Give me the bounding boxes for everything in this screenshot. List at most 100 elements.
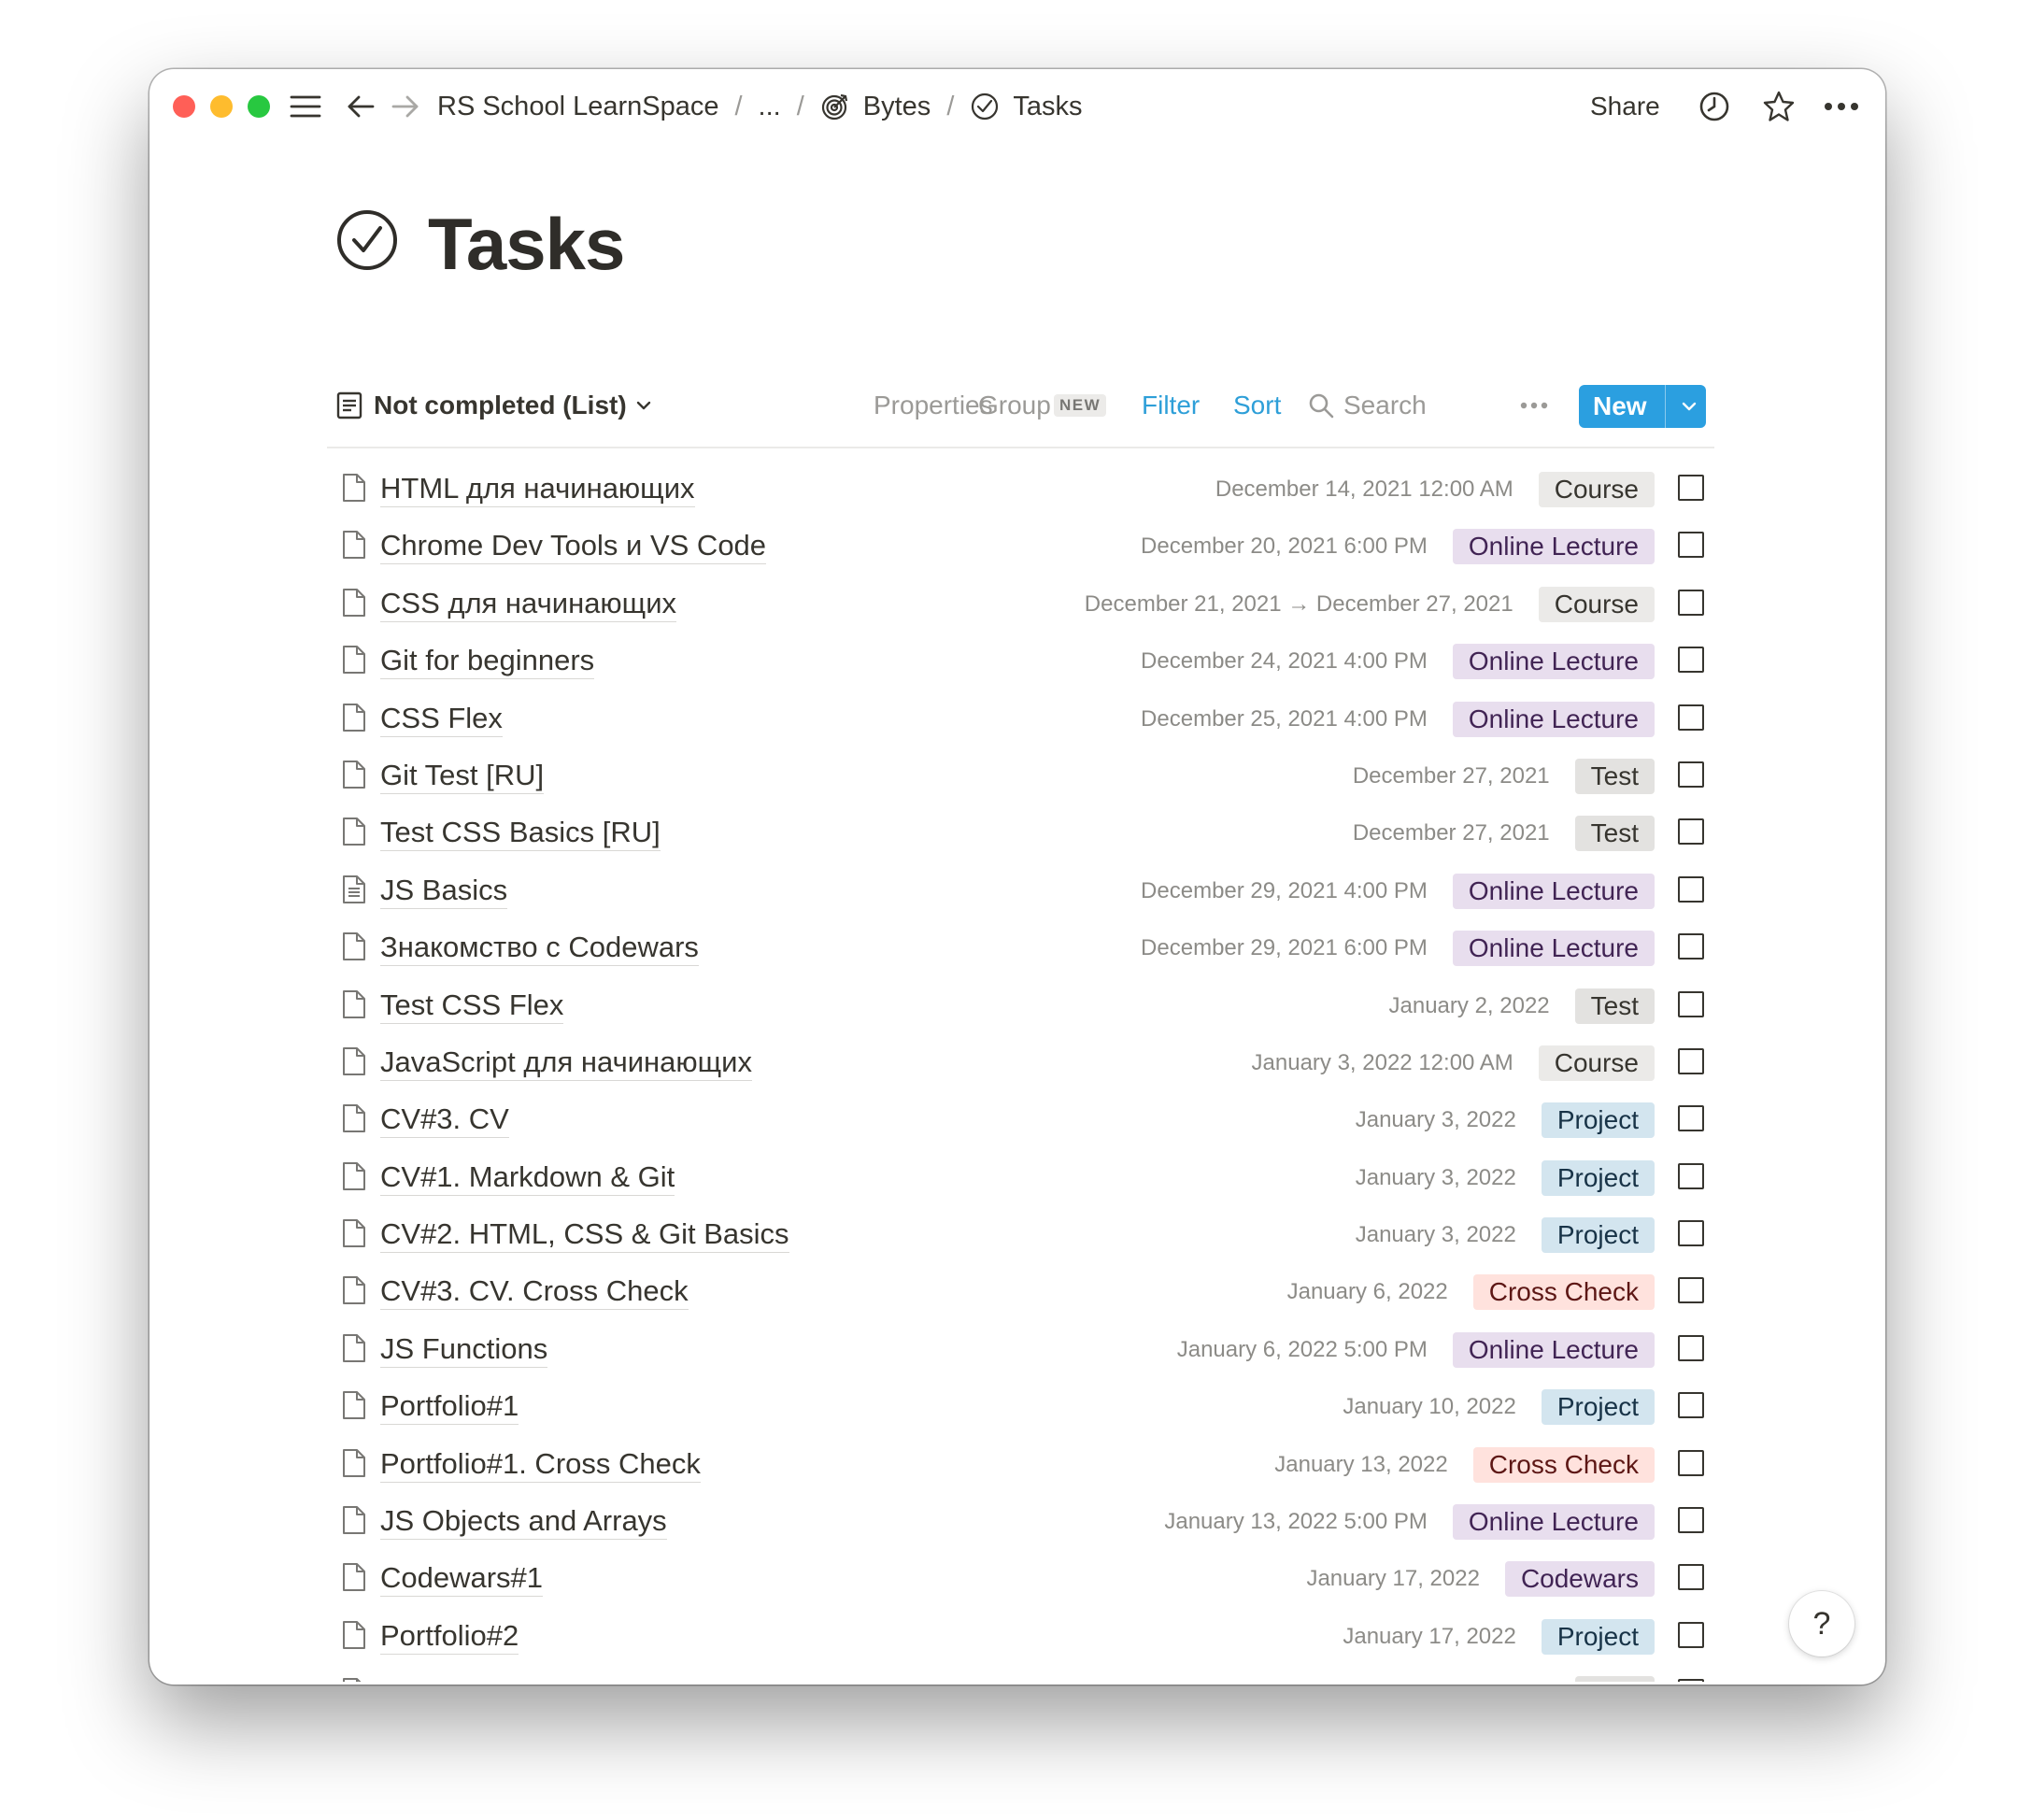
task-row[interactable]: Test CSS Basics [RU] December 27, 2021 Tes… [327,805,1728,862]
task-completed-checkbox[interactable] [1678,875,1704,903]
task-completed-checkbox[interactable] [1678,532,1704,559]
task-row[interactable]: CV#1. Markdown & Git January 3, 2022 Proje… [327,1150,1728,1207]
breadcrumb-workspace[interactable]: RS School LearnSpace [437,92,718,122]
task-row[interactable]: CV#3. CV. Cross Check January 6, 2022 Cros… [327,1264,1728,1321]
task-row[interactable]: Git for beginners December 24, 2021 4:00 … [327,633,1728,690]
task-row[interactable]: JavaScript для начинающих January 3, 2022… [327,1035,1728,1092]
task-completed-checkbox[interactable] [1678,761,1704,788]
task-row[interactable]: Test CSS Flex January 2, 2022 Test [327,978,1728,1035]
task-title[interactable]: JavaScript для начинающих [380,1045,752,1081]
task-row[interactable]: Codewars#1 January 17, 2022 Codewars [327,1551,1728,1608]
task-type-tag: Test [1574,988,1655,1024]
task-row[interactable]: HTML для начинающих December 14, 2021 12:… [327,462,1728,519]
task-completed-checkbox[interactable] [1678,818,1704,846]
task-title[interactable]: HTML для начинающих [380,471,695,507]
task-completed-checkbox[interactable] [1678,1449,1704,1476]
task-title[interactable]: Portfolio#1. Cross Check [380,1446,701,1483]
view-more-icon[interactable] [1520,379,1548,432]
task-row[interactable]: Git Test [RU] December 27, 2021 Test [327,748,1728,805]
task-title[interactable]: Test CSS Basics [RU] [380,815,661,852]
task-title[interactable]: Chrome Dev Tools и VS Code [380,528,767,565]
task-title[interactable]: CV#1. Markdown & Git [380,1159,675,1196]
help-button[interactable]: ? [1789,1591,1854,1656]
task-completed-checkbox[interactable] [1678,933,1704,960]
task-type-tag: Project [1541,1159,1655,1196]
task-row[interactable]: Test JS Basics [RU] January 17, 2022 Test [327,1666,1728,1682]
task-row[interactable]: JS Basics December 29, 2021 4:00 PM Online… [327,863,1728,920]
task-title[interactable]: Test JS Basics [RU] [380,1675,634,1682]
more-options-icon[interactable] [1821,86,1862,127]
app-window: RS School LearnSpace / ... / Bytes / Tas… [149,69,1885,1685]
task-row[interactable]: JS Objects and Arrays January 13, 2022 5:… [327,1494,1728,1551]
task-completed-checkbox[interactable] [1678,1679,1704,1682]
task-row[interactable]: Portfolio#2 January 17, 2022 Project [327,1609,1728,1666]
task-title[interactable]: Portfolio#1 [380,1388,519,1426]
task-title[interactable]: Знакомство с Codewars [380,930,699,967]
page-check-circle-icon[interactable] [336,209,398,276]
task-row[interactable]: Chrome Dev Tools и VS Code December 20, 2… [327,519,1728,576]
task-completed-checkbox[interactable] [1678,1507,1704,1534]
task-row[interactable]: JS Functions January 6, 2022 5:00 PM Onlin… [327,1322,1728,1379]
sort-button[interactable]: Sort [1233,379,1281,432]
minimize-window-button[interactable] [210,95,233,118]
task-title[interactable]: Test CSS Flex [380,988,564,1024]
task-completed-checkbox[interactable] [1678,1105,1704,1132]
page-title[interactable]: Tasks [428,202,625,287]
task-row[interactable]: Знакомство с Codewars December 29, 2021 6… [327,920,1728,977]
task-title[interactable]: CSS для начинающих [380,586,677,622]
task-completed-checkbox[interactable] [1678,990,1704,1017]
close-window-button[interactable] [173,95,195,118]
task-completed-checkbox[interactable] [1678,1162,1704,1189]
task-completed-checkbox[interactable] [1678,1392,1704,1419]
task-completed-checkbox[interactable] [1678,1047,1704,1074]
task-completed-checkbox[interactable] [1678,589,1704,616]
task-completed-checkbox[interactable] [1678,475,1704,501]
task-title[interactable]: CV#3. CV [380,1102,509,1139]
breadcrumb-ellipsis[interactable]: ... [759,92,781,122]
breadcrumb-tasks[interactable]: Tasks [970,92,1083,122]
task-title[interactable]: JS Objects and Arrays [380,1503,667,1541]
new-button[interactable]: New [1579,385,1706,428]
new-button-label: New [1593,391,1647,420]
task-row[interactable]: CV#2. HTML, CSS & Git Basics January 3, 2… [327,1207,1728,1264]
task-row[interactable]: CSS для начинающих December 21, 2021 → De… [327,576,1728,633]
task-title[interactable]: Git for beginners [380,643,595,680]
sidebar-toggle-icon[interactable] [285,86,326,127]
group-button[interactable]: Group [978,379,1051,432]
star-icon[interactable] [1758,86,1799,127]
task-row[interactable]: CSS Flex December 25, 2021 4:00 PM Online … [327,691,1728,748]
task-title[interactable]: JS Basics [380,873,508,909]
task-completed-checkbox[interactable] [1678,704,1704,731]
clock-icon[interactable] [1694,86,1735,127]
task-title[interactable]: CSS Flex [380,701,503,737]
task-meta: December 27, 2021 Test [1353,758,1655,795]
task-title[interactable]: Codewars#1 [380,1560,544,1598]
breadcrumb-bytes[interactable]: Bytes [820,92,931,122]
forward-arrow-icon[interactable] [385,86,426,127]
task-completed-checkbox[interactable] [1678,647,1704,674]
task-completed-checkbox[interactable] [1678,1334,1704,1361]
properties-button[interactable]: Properties [874,379,993,432]
task-title[interactable]: JS Functions [380,1331,548,1368]
task-type-tag: Cross Check [1472,1446,1655,1483]
maximize-window-button[interactable] [248,95,270,118]
task-completed-checkbox[interactable] [1678,1621,1704,1648]
new-dropdown-chevron-icon[interactable] [1672,385,1706,428]
task-completed-checkbox[interactable] [1678,1220,1704,1247]
view-selector[interactable]: Not completed (List) [336,379,651,432]
search-button[interactable]: Search [1308,379,1427,432]
task-row[interactable]: CV#3. CV January 3, 2022 Project [327,1092,1728,1149]
back-arrow-icon[interactable] [340,86,381,127]
task-title[interactable]: Git Test [RU] [380,758,545,794]
filter-button[interactable]: Filter [1142,379,1200,432]
task-title[interactable]: CV#3. CV. Cross Check [380,1273,689,1311]
task-title[interactable]: Portfolio#2 [380,1618,519,1655]
task-completed-checkbox[interactable] [1678,1277,1704,1304]
task-row[interactable]: Portfolio#1 January 10, 2022 Project [327,1379,1728,1436]
task-completed-checkbox[interactable] [1678,1564,1704,1591]
task-title[interactable]: CV#2. HTML, CSS & Git Basics [380,1216,789,1254]
task-row[interactable]: Portfolio#1. Cross Check January 13, 2022… [327,1437,1728,1494]
share-button[interactable]: Share [1590,69,1660,144]
task-date: January 10, 2022 [1343,1394,1516,1420]
task-meta: January 6, 2022 5:00 PM Online Lecture [1177,1331,1655,1369]
